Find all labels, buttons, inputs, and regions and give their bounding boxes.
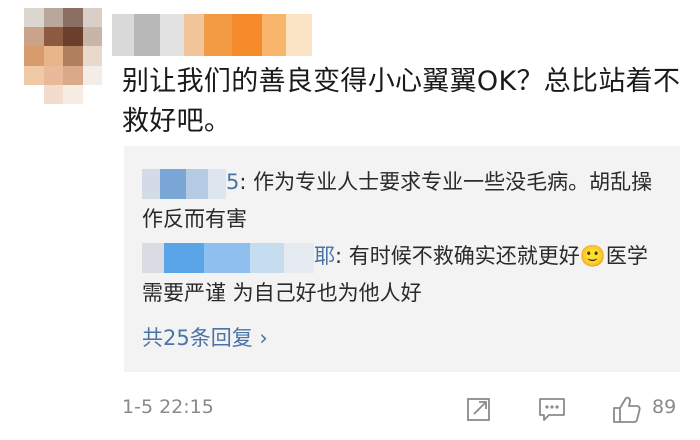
like-count: 89 (652, 396, 677, 418)
username[interactable] (112, 14, 312, 56)
reply-username[interactable] (142, 239, 314, 275)
share-icon[interactable] (464, 394, 494, 424)
avatar[interactable] (24, 8, 102, 104)
comment-footer: 1-5 22:15 89 (0, 388, 700, 432)
comment-text: 别让我们的善良变得小心翼翼OK？总比站着不救好吧。 (122, 66, 681, 137)
reply-username-suffix[interactable]: 5 (226, 170, 239, 194)
reply-username[interactable] (142, 165, 226, 201)
like-icon[interactable] (610, 394, 644, 426)
reply-item[interactable]: 耶: 有时候不救确实还就更好🙂医学需要严谨 为自己好也为他人好 (142, 238, 662, 311)
reply-item[interactable]: 5: 作为专业人士要求专业一些没毛病。胡乱操作反而有害 (142, 164, 662, 237)
timestamp: 1-5 22:15 (122, 396, 214, 418)
reply-box[interactable]: 5: 作为专业人士要求专业一些没毛病。胡乱操作反而有害 耶: 有时候不救确实还就… (124, 146, 680, 372)
more-replies-link[interactable]: 共25条回复 › (142, 322, 268, 352)
comment-icon[interactable] (536, 394, 568, 424)
reply-username-suffix[interactable]: 耶 (314, 244, 335, 268)
